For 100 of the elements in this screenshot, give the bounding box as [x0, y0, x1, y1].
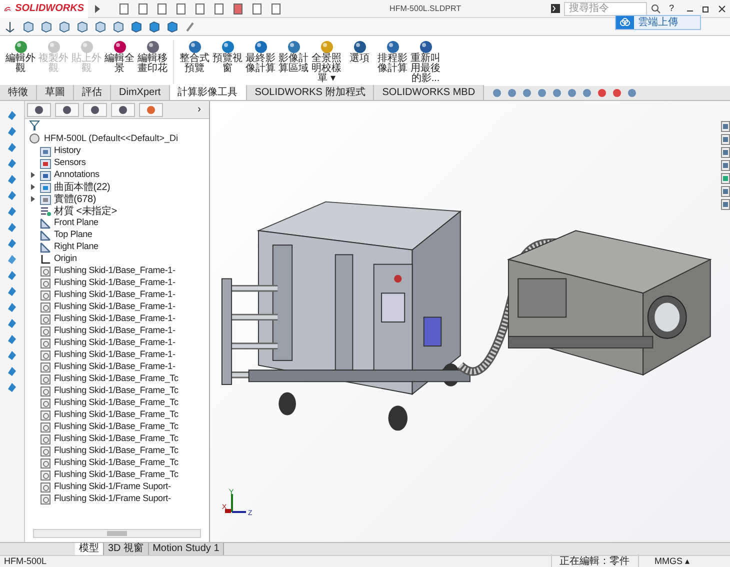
- tree-item[interactable]: Flushing Skid-1/Frame Suport-: [54, 480, 171, 494]
- tree-item[interactable]: Origin: [54, 252, 77, 266]
- feature-tool-icon[interactable]: [6, 269, 18, 281]
- ribbon-button[interactable]: 全景照明校樣單 ▾: [310, 40, 343, 84]
- ribbon-button[interactable]: 整合式預覽: [178, 40, 211, 74]
- folder-icon: [40, 182, 51, 192]
- ribbon-button[interactable]: 重新叫用最後的影...: [409, 40, 442, 84]
- horizontal-scrollbar[interactable]: [33, 529, 201, 538]
- bottom-tab[interactable]: 模型: [75, 542, 104, 556]
- units-selector[interactable]: MMGS ▴: [654, 554, 690, 567]
- feature-tool-icon[interactable]: [6, 221, 18, 233]
- task-pane-icon[interactable]: [721, 160, 730, 171]
- feature-tool-icon[interactable]: [6, 237, 18, 249]
- ribbon-button[interactable]: 影像計算區域: [277, 40, 310, 74]
- feature-tool-icon[interactable]: [6, 317, 18, 329]
- feature-tool-icon[interactable]: [6, 173, 18, 185]
- part-icon: [40, 374, 51, 384]
- ribbon-tab[interactable]: 評估: [74, 85, 111, 100]
- status-mode: 正在編輯：零件: [550, 554, 638, 567]
- ribbon-tab[interactable]: SOLIDWORKS MBD: [374, 85, 484, 100]
- tree-item[interactable]: Front Plane: [54, 216, 98, 230]
- ribbon-button[interactable]: 編輯外觀: [4, 40, 37, 74]
- tree-item[interactable]: Flushing Skid-1/Base_Frame-1-: [54, 336, 176, 350]
- task-pane-icon[interactable]: [721, 173, 730, 184]
- feature-tool-icon[interactable]: [6, 365, 18, 377]
- task-pane-icon[interactable]: [721, 199, 730, 210]
- upload-button[interactable]: 雲端上傳: [615, 15, 701, 30]
- part-icon: [40, 398, 51, 408]
- tree-item[interactable]: Flushing Skid-1/Frame Suport-: [54, 492, 171, 506]
- tree-item[interactable]: Flushing Skid-1/Base_Frame-1-: [54, 288, 176, 302]
- tree-item[interactable]: Flushing Skid-1/Base_Frame_Tc: [54, 396, 178, 410]
- feature-tool-icon[interactable]: [6, 189, 18, 201]
- ribbon-button[interactable]: 預覽視窗: [211, 40, 244, 74]
- tree-item[interactable]: Flushing Skid-1/Base_Frame-1-: [54, 360, 176, 374]
- expand-arrow-icon[interactable]: [30, 196, 36, 202]
- tree-item[interactable]: Flushing Skid-1/Base_Frame_Tc: [54, 384, 178, 398]
- ribbon-tab[interactable]: 草圖: [37, 85, 74, 100]
- origin-icon: [40, 254, 51, 264]
- tree-item[interactable]: Annotations: [54, 168, 100, 182]
- task-pane-icon[interactable]: [721, 134, 730, 145]
- expand-arrow-icon[interactable]: [30, 172, 36, 178]
- bottom-tab[interactable]: 3D 視窗: [104, 542, 149, 556]
- tree-item[interactable]: Flushing Skid-1/Base_Frame-1-: [54, 312, 176, 326]
- ribbon-tab[interactable]: 特徵: [0, 85, 37, 100]
- feature-tool-icon[interactable]: [6, 205, 18, 217]
- close-icon[interactable]: [718, 4, 726, 12]
- task-pane-icon[interactable]: [721, 147, 730, 158]
- ribbon-button[interactable]: 排程影像計算: [376, 40, 409, 74]
- search-field[interactable]: 搜尋指令: [564, 2, 647, 16]
- tree-root[interactable]: HFM-500L (Default<<Default>_Di: [44, 132, 178, 146]
- tree-item[interactable]: 曲面本體(22): [54, 180, 110, 194]
- tree-item[interactable]: Flushing Skid-1/Base_Frame-1-: [54, 276, 176, 290]
- tree-item[interactable]: Flushing Skid-1/Base_Frame-1-: [54, 300, 176, 314]
- folder-icon: [40, 158, 51, 168]
- tree-item[interactable]: Flushing Skid-1/Base_Frame_Tc: [54, 420, 178, 434]
- tree-item[interactable]: Flushing Skid-1/Base_Frame_Tc: [54, 372, 178, 386]
- bottom-tab[interactable]: Motion Study 1: [148, 542, 224, 556]
- tree-item[interactable]: History: [54, 145, 81, 158]
- tree-item[interactable]: Top Plane: [54, 228, 92, 242]
- feature-tool-icon[interactable]: [6, 157, 18, 169]
- feature-tool-icon[interactable]: [6, 109, 18, 121]
- ribbon-button[interactable]: 最終影像計算: [244, 40, 277, 74]
- tree-item[interactable]: Flushing Skid-1/Base_Frame-1-: [54, 348, 176, 362]
- task-pane-icon[interactable]: [721, 186, 730, 197]
- folder-icon: [40, 194, 51, 204]
- part-icon: [40, 470, 51, 480]
- expand-arrow-icon[interactable]: [30, 184, 36, 190]
- tree-item[interactable]: Flushing Skid-1/Base_Frame-1-: [54, 324, 176, 338]
- tree-item[interactable]: Sensors: [54, 156, 86, 170]
- feature-tool-icon[interactable]: [6, 141, 18, 153]
- feature-tool-icon[interactable]: [6, 125, 18, 137]
- tree-item[interactable]: Flushing Skid-1/Base_Frame-1-: [54, 264, 176, 278]
- feature-tool-icon[interactable]: [6, 285, 18, 297]
- feature-tool-icon[interactable]: [6, 381, 18, 393]
- ribbon-button[interactable]: 編輯全景: [103, 40, 136, 74]
- restore-icon[interactable]: [702, 4, 710, 12]
- ribbon-tab[interactable]: SOLIDWORKS 附加程式: [246, 85, 374, 100]
- tree-item[interactable]: Flushing Skid-1/Base_Frame_Tc: [54, 468, 178, 482]
- help-button[interactable]: ?: [668, 2, 674, 16]
- ribbon-tab[interactable]: DimXpert: [111, 85, 170, 100]
- filter-icon[interactable]: [29, 120, 40, 131]
- task-pane-icon[interactable]: [721, 121, 730, 132]
- part-icon: [40, 314, 51, 324]
- feature-tool-icon[interactable]: [6, 349, 18, 361]
- ribbon-button[interactable]: 編輯移畫印花: [136, 40, 169, 74]
- feature-tool-icon[interactable]: [6, 301, 18, 313]
- tree-item[interactable]: Right Plane: [54, 240, 98, 254]
- feature-tool-icon[interactable]: [6, 253, 18, 265]
- ribbon-tab[interactable]: 計算影像工具: [170, 85, 247, 100]
- more-tabs-button[interactable]: ›: [198, 102, 201, 117]
- tree-item[interactable]: 材質 <未指定>: [54, 204, 117, 218]
- tree-item[interactable]: Flushing Skid-1/Base_Frame_Tc: [54, 456, 178, 470]
- expand-arrow-icon[interactable]: [92, 4, 102, 14]
- tree-item[interactable]: Flushing Skid-1/Base_Frame_Tc: [54, 432, 178, 446]
- part-icon: [40, 458, 51, 468]
- tree-item[interactable]: Flushing Skid-1/Base_Frame_Tc: [54, 408, 178, 422]
- feature-tool-icon[interactable]: [6, 333, 18, 345]
- tree-item[interactable]: Flushing Skid-1/Base_Frame_Tc: [54, 444, 178, 458]
- tree-item[interactable]: 實體(678): [54, 192, 96, 206]
- ribbon-button[interactable]: 選項: [343, 40, 376, 64]
